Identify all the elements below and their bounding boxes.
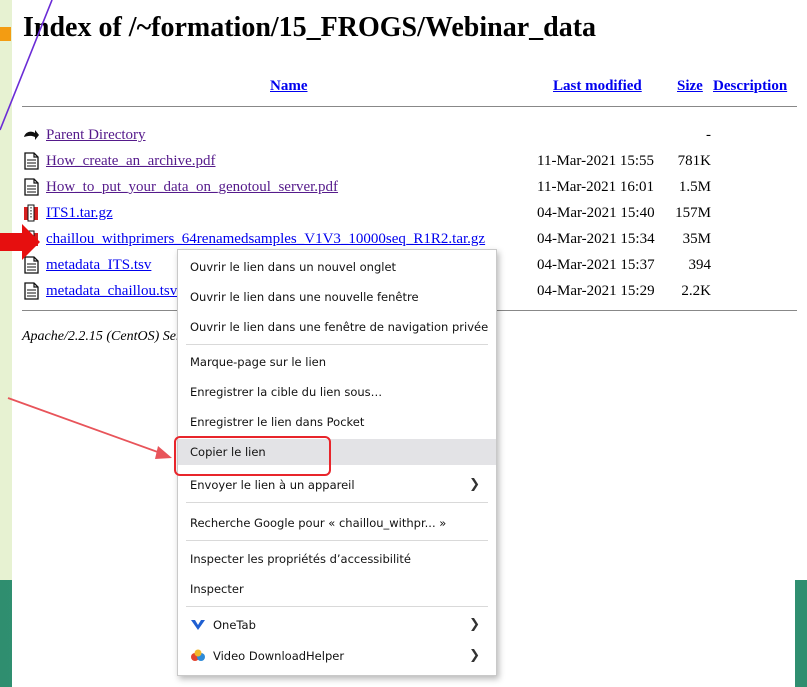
slide-annotations xyxy=(0,0,172,459)
orange-marker xyxy=(0,27,11,41)
pointer-arrowhead-icon xyxy=(155,446,172,459)
purple-annotation-line xyxy=(0,0,53,131)
red-arrow-icon xyxy=(0,224,40,260)
pointer-line xyxy=(7,397,167,456)
